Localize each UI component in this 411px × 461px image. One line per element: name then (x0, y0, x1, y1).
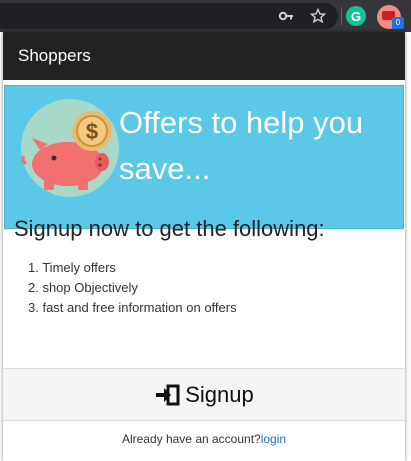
svg-text:$: $ (86, 119, 98, 144)
grammarly-extension-icon[interactable]: G (346, 6, 366, 26)
account-prompt: Already have an account?login (3, 432, 405, 446)
list-item: 3. fast and free information on offers (28, 300, 237, 315)
signup-label: Signup (185, 381, 254, 407)
signup-heading: Signup now to get the following: (14, 216, 325, 241)
extension-badge: 0 (392, 17, 404, 29)
bookmark-star-icon[interactable] (307, 5, 329, 27)
key-icon[interactable] (275, 5, 297, 27)
list-item: 1. Timely offers (28, 260, 116, 275)
hero-headline: Offers to help you save... (119, 105, 364, 186)
benefit-list: 1. Timely offers 2. shop Objectively 3. … (28, 258, 237, 318)
account-prompt-text: Already have an account? (121, 432, 261, 446)
browser-toolbar: G 0 (0, 0, 411, 32)
hero-banner: $ Offers to help you save... (4, 85, 404, 229)
list-item: 2. shop Objectively (28, 280, 138, 295)
extension-popup: Shoppers $ Offers to help you save... Si… (3, 32, 405, 461)
popup-title: Shoppers (18, 46, 91, 65)
toolbar-divider (341, 7, 342, 25)
sign-in-icon (156, 384, 180, 405)
signup-button[interactable]: Signup (3, 368, 405, 421)
piggy-bank-icon: $ (20, 98, 120, 198)
login-link[interactable]: login (261, 432, 286, 446)
popup-header: Shoppers (3, 32, 405, 80)
